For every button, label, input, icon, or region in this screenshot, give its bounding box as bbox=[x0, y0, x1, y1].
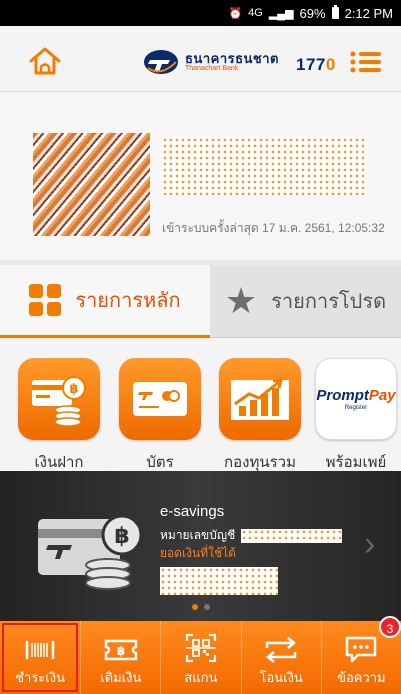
tab-favorites-label: รายการโปรด bbox=[271, 291, 387, 313]
service-card[interactable]: บัตร bbox=[115, 358, 205, 474]
savings-card-coins-icon: ฿ bbox=[38, 514, 143, 590]
available-balance-masked bbox=[160, 567, 278, 595]
svg-text:฿: ฿ bbox=[117, 644, 125, 658]
tab-bar: รายการหลัก ★ รายการโปรด bbox=[0, 265, 401, 338]
account-number-label: หมายเลขบัญชี bbox=[160, 528, 236, 542]
grid-icon bbox=[29, 284, 62, 316]
coins-icon: ฿ bbox=[18, 358, 100, 440]
hotline-accent: 0 bbox=[325, 55, 336, 74]
barcode-icon bbox=[25, 640, 55, 660]
qr-scan-icon bbox=[185, 633, 217, 663]
nav-transfer[interactable]: โอนเงิน bbox=[240, 621, 321, 694]
status-bar: ⏰ 4G ▂▄▆ 69% 2:12 PM bbox=[0, 0, 401, 26]
star-icon: ★ bbox=[224, 280, 258, 321]
tab-main-label: รายการหลัก bbox=[75, 290, 181, 312]
bottom-nav: ชำระเงิน ฿ เติมเงิน สแกน โอนเงิน ข้อความ bbox=[0, 621, 401, 694]
nav-label: ชำระเงิน bbox=[15, 670, 65, 685]
network-label: 4G bbox=[248, 7, 263, 19]
clock: 2:12 PM bbox=[344, 5, 393, 21]
nav-label: โอนเงิน bbox=[259, 670, 303, 685]
home-button[interactable] bbox=[28, 46, 62, 76]
nav-topup[interactable]: ฿ เติมเงิน bbox=[80, 621, 160, 694]
card-icon bbox=[119, 358, 201, 440]
bank-sub-name: Thanachart Bank bbox=[185, 65, 239, 72]
banner-title: e-savings bbox=[160, 503, 225, 520]
esavings-banner[interactable]: ฿ e-savings หมายเลขบัญชี ยอดเงินที่ใช้ได… bbox=[0, 471, 401, 621]
account-number-row: หมายเลขบัญชี bbox=[160, 526, 343, 545]
battery-percent: 69% bbox=[299, 5, 326, 21]
customer-name-masked bbox=[162, 137, 364, 195]
home-icon bbox=[29, 47, 61, 75]
service-promptpay[interactable]: PromptPay Register พร้อมเพย์ bbox=[311, 358, 401, 474]
account-number-masked bbox=[241, 528, 343, 543]
nav-label: เติมเงิน bbox=[100, 670, 142, 685]
hotline-main: 177 bbox=[296, 55, 326, 74]
promptpay-logo-a: Prompt bbox=[316, 387, 369, 404]
services-grid: ฿ เงินฝาก บัตร กองทุนรวม PromptPay Regis… bbox=[0, 338, 401, 471]
last-login-text: เข้าระบบครั้งล่าสุด 17 ม.ค. 2561, 12:05:… bbox=[162, 221, 385, 235]
hotline-number[interactable]: 1770 bbox=[296, 55, 336, 75]
app-header: ธนาคารธนชาต Thanachart Bank 1770 bbox=[0, 26, 401, 92]
tab-favorites[interactable]: ★ รายการโปรด bbox=[210, 265, 401, 338]
tab-main-menu[interactable]: รายการหลัก bbox=[0, 265, 210, 338]
promptpay-icon: PromptPay Register bbox=[315, 358, 397, 440]
message-count-badge: 3 bbox=[379, 616, 401, 638]
nav-pay[interactable]: ชำระเงิน bbox=[0, 621, 80, 694]
profile-section: เข้าระบบครั้งล่าสุด 17 ม.ค. 2561, 12:05:… bbox=[0, 92, 401, 260]
chart-icon bbox=[219, 358, 301, 440]
thanachart-logo-icon bbox=[144, 50, 178, 74]
menu-button[interactable] bbox=[350, 51, 382, 73]
topup-icon: ฿ bbox=[104, 639, 138, 661]
service-deposit[interactable]: ฿ เงินฝาก bbox=[14, 358, 104, 474]
carousel-indicator bbox=[0, 604, 401, 610]
promptpay-logo-b: Pay bbox=[368, 387, 396, 404]
bank-name: ธนาคารธนชาต bbox=[185, 51, 279, 66]
signal-icon: ▂▄▆ bbox=[268, 7, 294, 20]
nav-label: ข้อความ bbox=[337, 670, 386, 685]
transfer-icon bbox=[265, 637, 297, 663]
carousel-dot[interactable] bbox=[191, 604, 198, 610]
message-icon bbox=[346, 636, 377, 663]
promptpay-register: Register bbox=[344, 405, 368, 411]
service-mutual-fund[interactable]: กองทุนรวม bbox=[215, 358, 305, 474]
battery-icon bbox=[331, 5, 339, 19]
avatar[interactable] bbox=[33, 133, 150, 236]
nav-label: สแกน bbox=[184, 670, 218, 685]
carousel-dot[interactable] bbox=[203, 604, 210, 610]
available-balance-label: ยอดเงินที่ใช้ได้ bbox=[160, 546, 236, 560]
svg-text:฿: ฿ bbox=[114, 524, 129, 549]
alarm-icon: ⏰ bbox=[228, 7, 243, 20]
menu-icon bbox=[350, 51, 381, 73]
svg-text:฿: ฿ bbox=[69, 382, 78, 397]
bank-logo: ธนาคารธนชาต Thanachart Bank bbox=[143, 48, 293, 76]
nav-scan[interactable]: สแกน bbox=[160, 621, 240, 694]
chevron-right-icon[interactable]: › bbox=[364, 527, 375, 561]
